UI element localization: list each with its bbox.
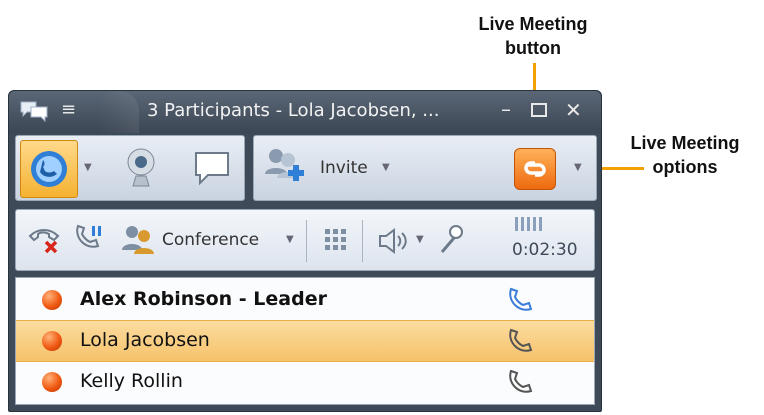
speaker-icon[interactable] — [376, 226, 410, 256]
window-title: 3 Participants - Lola Jacobsen, ... — [147, 100, 440, 121]
list-item[interactable]: Alex Robinson - Leader — [16, 280, 594, 320]
call-duration: 0:02:30 — [512, 240, 578, 260]
webcam-icon[interactable] — [124, 146, 158, 192]
invite-people-icon[interactable] — [262, 144, 306, 190]
close-icon[interactable]: ✕ — [565, 98, 582, 122]
chat-bubbles-icon[interactable] — [19, 99, 49, 127]
conversation-window: ≡ 3 Participants - Lola Jacobsen, ... – … — [8, 90, 602, 412]
list-item[interactable]: Kelly Rollin — [16, 362, 594, 402]
call-dropdown-icon[interactable]: ▼ — [84, 162, 92, 173]
menu-icon[interactable]: ≡ — [61, 99, 76, 120]
separator — [306, 220, 307, 262]
call-controls-toolbar: Conference ▼ ▼ 0:02:30 — [15, 209, 595, 271]
speaker-dropdown-icon[interactable]: ▼ — [416, 234, 424, 245]
phone-icon[interactable] — [506, 326, 536, 356]
signal-bars-icon — [515, 217, 542, 231]
chat-icon[interactable] — [192, 148, 232, 188]
microphone-icon[interactable] — [436, 222, 466, 256]
phone-icon[interactable] — [506, 367, 536, 397]
callout-line-2: button — [505, 38, 561, 58]
presence-icon — [42, 331, 62, 351]
participant-name: Kelly Rollin — [80, 370, 183, 392]
presence-icon — [42, 372, 62, 392]
callout-line-1: Live Meeting — [630, 133, 740, 153]
live-meeting-icon — [524, 161, 546, 177]
conference-button[interactable]: Conference — [162, 230, 259, 250]
callout-line-1: Live Meeting — [478, 14, 588, 34]
modality-group: ▼ — [15, 135, 245, 201]
live-meeting-button-callout: Live Meeting button — [458, 12, 608, 60]
dialpad-icon[interactable] — [322, 226, 350, 254]
end-call-icon[interactable] — [26, 224, 66, 258]
minimize-icon[interactable]: – — [501, 97, 511, 121]
call-icon — [31, 151, 67, 187]
maximize-icon[interactable] — [531, 102, 547, 121]
live-meeting-button[interactable] — [514, 148, 556, 190]
participant-name: Alex Robinson - Leader — [80, 288, 327, 310]
hold-icon[interactable] — [72, 222, 106, 256]
list-item[interactable]: Lola Jacobsen — [16, 320, 594, 362]
meeting-group: Invite ▼ ▼ — [253, 135, 597, 201]
separator — [362, 220, 363, 262]
conference-dropdown-icon[interactable]: ▼ — [286, 234, 294, 245]
live-meeting-options-callout: Live Meeting options — [610, 131, 760, 179]
invite-dropdown-icon[interactable]: ▼ — [382, 162, 390, 173]
invite-button[interactable]: Invite — [320, 158, 368, 178]
live-meeting-options-icon[interactable]: ▼ — [574, 162, 582, 173]
call-button[interactable] — [20, 140, 78, 198]
modality-toolbar: ▼ Invite ▼ ▼ — [13, 135, 597, 203]
presence-icon — [42, 290, 62, 310]
participant-name: Lola Jacobsen — [80, 329, 210, 351]
conference-icon[interactable] — [120, 222, 158, 256]
phone-icon[interactable] — [506, 285, 536, 315]
title-bar[interactable]: ≡ 3 Participants - Lola Jacobsen, ... – … — [9, 91, 601, 133]
participant-list: Alex Robinson - Leader Lola Jacobsen Kel… — [15, 277, 595, 405]
title-divider — [99, 91, 139, 133]
